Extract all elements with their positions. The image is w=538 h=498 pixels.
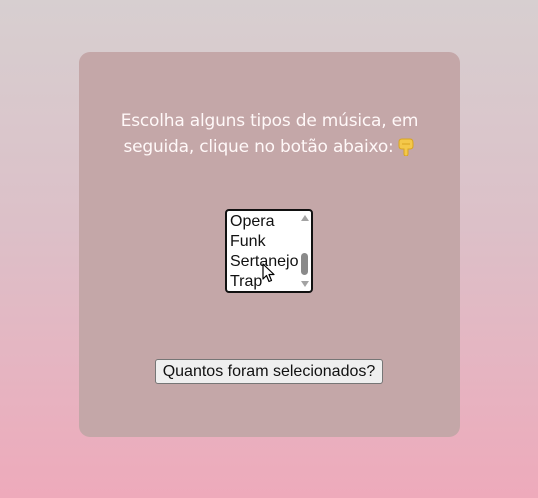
pointing-down-hand-icon — [398, 138, 414, 156]
genre-option[interactable]: Opera — [230, 212, 299, 232]
mouse-cursor-icon — [262, 263, 275, 283]
scroll-down-arrow-icon[interactable] — [301, 281, 309, 287]
count-selected-button[interactable]: Quantos foram selecionados? — [155, 359, 383, 384]
instruction-label: Escolha alguns tipos de música, em segui… — [120, 111, 419, 157]
genre-option[interactable]: Funk — [230, 232, 299, 252]
scrollbar-thumb[interactable] — [301, 253, 308, 275]
instruction-text: Escolha alguns tipos de música, em segui… — [97, 108, 442, 160]
scroll-up-arrow-icon[interactable] — [301, 215, 309, 221]
listbox-scrollbar[interactable] — [300, 213, 309, 289]
